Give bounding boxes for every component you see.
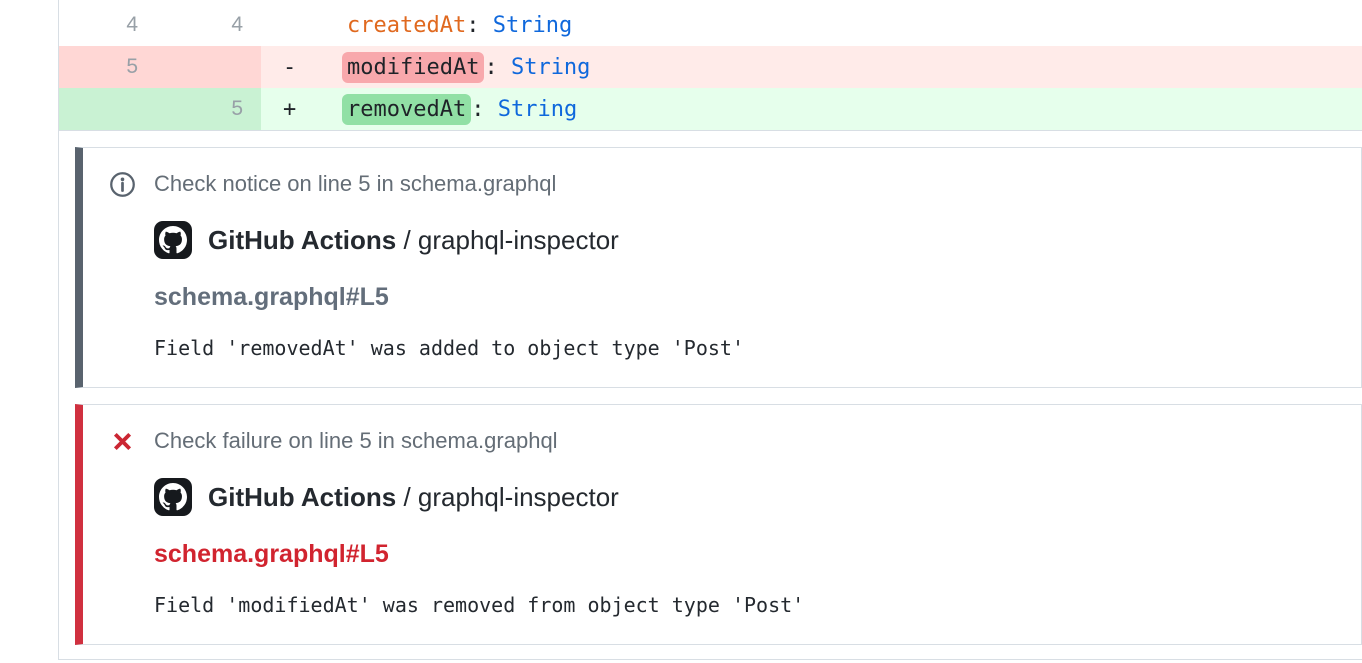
new-line-number[interactable]: 5 [161, 88, 261, 130]
info-icon [109, 171, 136, 198]
code-field-type: String [498, 97, 577, 122]
github-logo-icon [154, 478, 192, 516]
annotation-body: GitHub Actions / graphql-inspector schem… [109, 478, 1337, 617]
old-line-number[interactable]: 4 [59, 4, 161, 46]
diff-sign: - [283, 55, 347, 80]
annotation-message: Field 'modifiedAt' was removed from obje… [154, 593, 1337, 617]
deleted-word-highlight: modifiedAt [342, 52, 484, 83]
check-annotations-area: Check notice on line 5 in schema.graphql… [59, 131, 1362, 645]
code-field-type: String [511, 55, 590, 80]
check-annotation-notice: Check notice on line 5 in schema.graphql… [75, 147, 1362, 388]
code-line: -modifiedAt: String [261, 46, 1362, 88]
annotation-header-row: Check notice on line 5 in schema.graphql [109, 169, 1337, 199]
annotation-body: GitHub Actions / graphql-inspector schem… [109, 221, 1337, 360]
added-word-highlight: removedAt [342, 94, 471, 125]
check-app-tool: / graphql-inspector [396, 225, 619, 255]
annotation-header-row: Check failure on line 5 in schema.graphq… [109, 426, 1337, 456]
annotation-message: Field 'removedAt' was added to object ty… [154, 336, 1337, 360]
check-app-row: GitHub Actions / graphql-inspector [154, 478, 1337, 516]
code-separator: : [484, 55, 511, 80]
annotation-header-text: Check notice on line 5 in schema.graphql [154, 169, 556, 199]
new-line-number[interactable] [161, 46, 261, 88]
diff-file-container: 4 4 createdAt: String 5 -modifiedAt: Str… [58, 0, 1362, 660]
check-app-title: GitHub Actions / graphql-inspector [208, 221, 619, 259]
new-line-number[interactable]: 4 [161, 4, 261, 46]
check-app-row: GitHub Actions / graphql-inspector [154, 221, 1337, 259]
annotation-header-text: Check failure on line 5 in schema.graphq… [154, 426, 558, 456]
code-separator: : [466, 13, 493, 38]
diff-code-section: 4 4 createdAt: String 5 -modifiedAt: Str… [59, 0, 1362, 131]
code-line: createdAt: String [261, 4, 1362, 46]
old-line-number[interactable] [59, 88, 161, 130]
diff-sign: + [283, 97, 347, 122]
check-app-name: GitHub Actions [208, 482, 396, 512]
code-line: +removedAt: String [261, 88, 1362, 130]
check-app-tool: / graphql-inspector [396, 482, 619, 512]
file-line-link[interactable]: schema.graphql#L5 [154, 283, 1337, 312]
code-field-name: createdAt [347, 13, 466, 38]
file-line-link[interactable]: schema.graphql#L5 [154, 540, 1337, 569]
code-separator: : [471, 97, 498, 122]
x-icon [109, 428, 136, 455]
check-app-title: GitHub Actions / graphql-inspector [208, 478, 619, 516]
github-logo-icon [154, 221, 192, 259]
code-field-type: String [493, 13, 572, 38]
check-app-name: GitHub Actions [208, 225, 396, 255]
diff-row-addition: 5 +removedAt: String [59, 88, 1362, 130]
diff-row-context: 4 4 createdAt: String [59, 4, 1362, 46]
check-annotation-failure: Check failure on line 5 in schema.graphq… [75, 404, 1362, 645]
diff-row-deletion: 5 -modifiedAt: String [59, 46, 1362, 88]
old-line-number[interactable]: 5 [59, 46, 161, 88]
